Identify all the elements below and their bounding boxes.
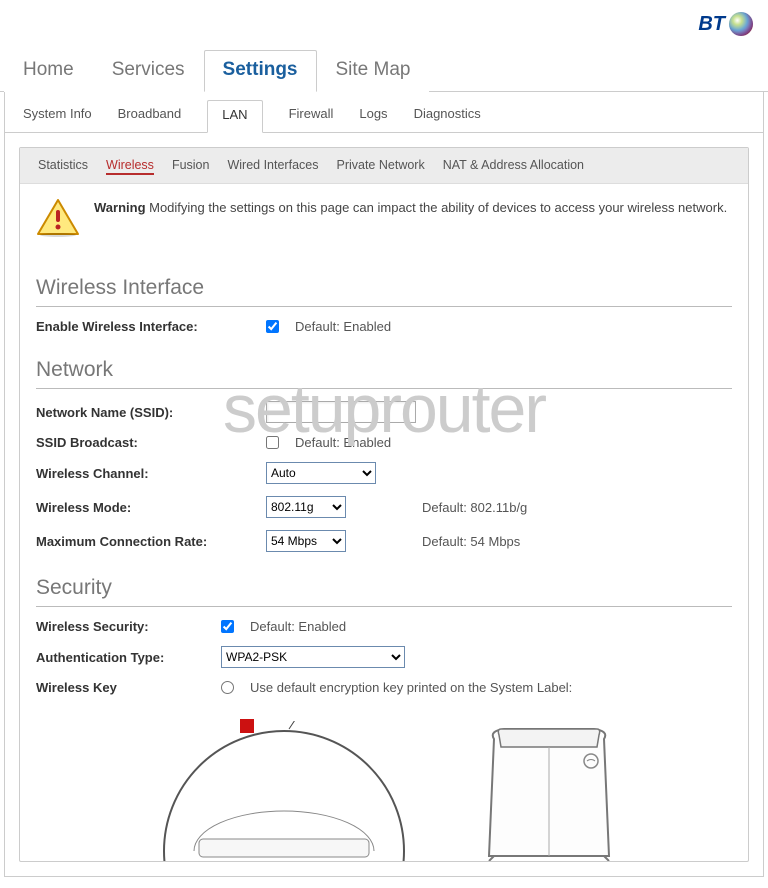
label-auth: Authentication Type: <box>36 650 221 665</box>
default-enable-wi: Default: Enabled <box>295 319 391 334</box>
warning-icon <box>36 198 80 238</box>
row-bcast: SSID Broadcast: Default: Enabled <box>36 429 732 456</box>
radio-default-key-label: Use default encryption key printed on th… <box>250 680 572 695</box>
row-auth: Authentication Type: WPA2-PSK <box>36 640 732 674</box>
router-outline <box>469 721 629 861</box>
row-ssid: Network Name (SSID): <box>36 395 732 429</box>
section-title-sec: Security <box>36 576 732 607</box>
content-wrap: System Info Broadband LAN Firewall Logs … <box>4 92 764 877</box>
tert-wireless[interactable]: Wireless <box>106 156 154 175</box>
label-mode: Wireless Mode: <box>36 500 266 515</box>
bt-logo-text: BT <box>698 13 725 36</box>
subtab-logs[interactable]: Logs <box>359 106 387 133</box>
tab-site-map[interactable]: Site Map <box>317 50 430 92</box>
subtab-broadband[interactable]: Broadband <box>118 106 182 133</box>
select-auth[interactable]: WPA2-PSK <box>221 646 405 668</box>
label-rate: Maximum Connection Rate: <box>36 534 266 549</box>
label-enable-wi: Enable Wireless Interface: <box>36 319 266 334</box>
system-label-diagram <box>20 701 748 861</box>
warning-label: Warning <box>94 200 146 215</box>
inner-panel: Statistics Wireless Fusion Wired Interfa… <box>19 147 749 862</box>
tert-statistics[interactable]: Statistics <box>38 156 88 175</box>
default-rate: Default: 54 Mbps <box>422 534 732 549</box>
section-wireless-interface: Wireless Interface Enable Wireless Inter… <box>20 276 748 340</box>
subtab-firewall[interactable]: Firewall <box>289 106 334 133</box>
checkbox-enable-wi[interactable] <box>266 320 279 333</box>
select-channel[interactable]: Auto <box>266 462 376 484</box>
default-ws: Default: Enabled <box>250 619 346 634</box>
subtab-diagnostics[interactable]: Diagnostics <box>414 106 481 133</box>
label-ssid: Network Name (SSID): <box>36 405 266 420</box>
label-ws: Wireless Security: <box>36 619 221 634</box>
warning-text: Warning Modifying the settings on this p… <box>94 198 727 218</box>
label-bcast: SSID Broadcast: <box>36 435 266 450</box>
select-rate[interactable]: 54 Mbps <box>266 530 346 552</box>
subtab-system-info[interactable]: System Info <box>23 106 92 133</box>
label-channel: Wireless Channel: <box>36 466 266 481</box>
tert-nat[interactable]: NAT & Address Allocation <box>443 156 584 175</box>
tab-settings[interactable]: Settings <box>204 50 317 92</box>
header-logo-row: BT <box>0 0 768 40</box>
tab-home[interactable]: Home <box>4 50 93 92</box>
radio-default-key[interactable] <box>221 681 234 694</box>
row-rate: Maximum Connection Rate: 54 Mbps Default… <box>36 524 732 558</box>
row-key: Wireless Key Use default encryption key … <box>36 674 732 701</box>
row-channel: Wireless Channel: Auto <box>36 456 732 490</box>
tert-fusion[interactable]: Fusion <box>172 156 210 175</box>
label-key: Wireless Key <box>36 680 221 695</box>
subtab-lan[interactable]: LAN <box>207 100 262 133</box>
default-bcast: Default: Enabled <box>295 435 391 450</box>
globe-icon <box>729 12 753 36</box>
section-network: Network Network Name (SSID): SSID Broadc… <box>20 358 748 558</box>
row-mode: Wireless Mode: 802.11g Default: 802.11b/… <box>36 490 732 524</box>
default-mode: Default: 802.11b/g <box>422 500 732 515</box>
warning-banner: Warning Modifying the settings on this p… <box>20 184 748 258</box>
bt-logo: BT <box>698 12 753 36</box>
checkbox-bcast[interactable] <box>266 436 279 449</box>
row-enable-wi: Enable Wireless Interface: Default: Enab… <box>36 313 732 340</box>
row-ws: Wireless Security: Default: Enabled <box>36 613 732 640</box>
input-ssid[interactable] <box>266 401 416 423</box>
section-title-net: Network <box>36 358 732 389</box>
tertiary-tabs: Statistics Wireless Fusion Wired Interfa… <box>20 148 748 184</box>
checkbox-ws[interactable] <box>221 620 234 633</box>
warning-body: Modifying the settings on this page can … <box>146 200 728 215</box>
tert-wired-interfaces[interactable]: Wired Interfaces <box>227 156 318 175</box>
section-title-wi: Wireless Interface <box>36 276 732 307</box>
label-zoom-circle <box>139 721 429 861</box>
section-security: Security Wireless Security: Default: Ena… <box>20 576 748 701</box>
main-tabs: Home Services Settings Site Map <box>0 50 768 92</box>
select-mode[interactable]: 802.11g <box>266 496 346 518</box>
callout-marker <box>240 719 254 733</box>
tab-services[interactable]: Services <box>93 50 204 92</box>
tert-private-network[interactable]: Private Network <box>336 156 424 175</box>
sub-tabs: System Info Broadband LAN Firewall Logs … <box>5 92 763 133</box>
